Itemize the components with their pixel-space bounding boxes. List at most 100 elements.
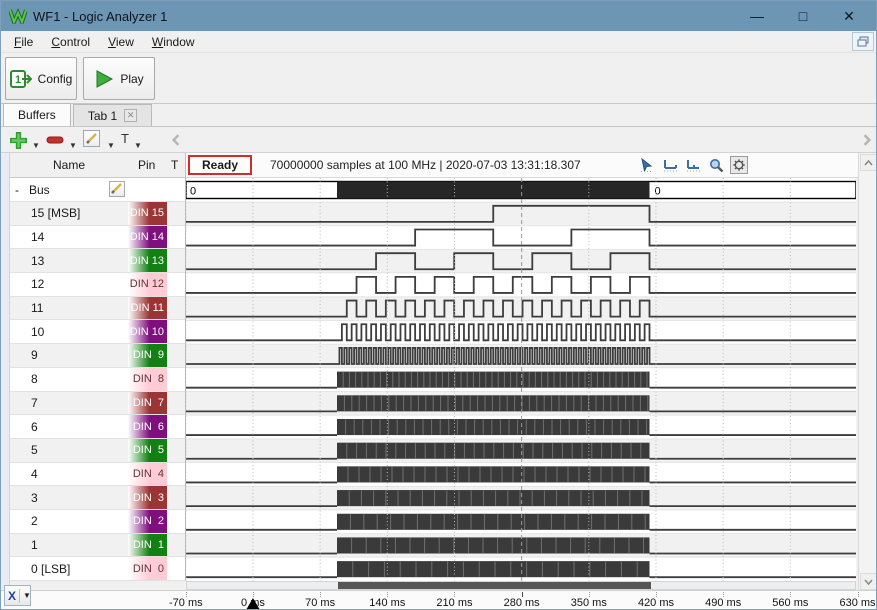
- pin-chip[interactable]: DIN 3: [128, 486, 167, 509]
- pin-chip[interactable]: DIN 15: [128, 202, 167, 225]
- measure-x-button[interactable]: [661, 156, 679, 174]
- channel-row-din2[interactable]: 2 DIN 2: [10, 510, 185, 534]
- menu-window[interactable]: Window: [143, 33, 204, 51]
- plot-options-button[interactable]: [730, 156, 748, 174]
- time-tick-label: 140 ms: [369, 597, 405, 609]
- pin-chip[interactable]: DIN 7: [128, 392, 167, 415]
- channel-row-din1[interactable]: 1DIN 1: [10, 534, 185, 558]
- channel-row-din7[interactable]: 7DIN 7: [10, 392, 185, 416]
- channel-name: 4: [31, 467, 38, 481]
- pin-chip[interactable]: DIN 14: [128, 226, 167, 249]
- channel-row-din3[interactable]: 3DIN 3: [10, 486, 185, 510]
- magnifier-icon: [709, 158, 724, 173]
- time-tick-label: 280 ms: [504, 597, 540, 609]
- x-axis-menu-button[interactable]: X ▼: [4, 585, 31, 606]
- chevron-down-icon[interactable]: ▼: [69, 141, 77, 150]
- pin-chip[interactable]: DIN 13: [128, 249, 167, 272]
- acquisition-status: 70000000 samples at 100 MHz | 2020-07-03…: [270, 158, 581, 172]
- ruler-icon: [663, 158, 678, 172]
- channel-row-din11[interactable]: 11DIN 11: [10, 297, 185, 321]
- channel-row-din13[interactable]: 13DIN 13: [10, 249, 185, 273]
- edit-bus-button[interactable]: [109, 181, 125, 197]
- collapse-indicator[interactable]: -: [15, 183, 19, 197]
- pin-chip[interactable]: DIN 0: [128, 557, 167, 580]
- text-tool-button[interactable]: T: [121, 131, 129, 146]
- add-channel-button[interactable]: [9, 131, 27, 149]
- pin-chip[interactable]: DIN 9: [128, 344, 167, 367]
- t-column-header[interactable]: T: [171, 158, 178, 172]
- chevron-down-icon[interactable]: ▼: [134, 141, 142, 150]
- pin-chip[interactable]: DIN 1: [128, 534, 167, 557]
- time-tick-label: 350 ms: [571, 597, 607, 609]
- config-button[interactable]: 1 Config: [5, 57, 77, 100]
- channel-table-header: Name Pin T: [1, 153, 186, 178]
- channel-name: 8: [31, 372, 38, 386]
- tab-close-icon[interactable]: ✕: [124, 109, 137, 122]
- pointer-icon: [640, 158, 654, 172]
- channel-row-din6[interactable]: 6DIN 6: [10, 415, 185, 439]
- channel-row-din12[interactable]: 12DIN 12: [10, 273, 185, 297]
- mdi-restore-icon[interactable]: [852, 32, 874, 51]
- scroll-up-icon[interactable]: [860, 154, 877, 171]
- channel-toolbar: ▼ ▼ ▼ T ▼: [1, 127, 877, 153]
- channel-row-din15[interactable]: 15 [MSB]DIN 15: [10, 202, 185, 226]
- menu-file[interactable]: File: [5, 33, 42, 51]
- minimize-button[interactable]: —: [734, 1, 780, 31]
- trigger-position-marker[interactable]: [246, 598, 260, 610]
- channel-name: 0 [LSB]: [31, 562, 70, 576]
- channel-list: - Bus 15 [MSB]DIN 1514DIN 1413DIN 1312DI…: [10, 178, 186, 581]
- tab-buffers[interactable]: Buffers: [3, 103, 71, 126]
- channel-row-din4[interactable]: 4 DIN 4: [10, 463, 185, 487]
- waveforms-logo-icon: [9, 8, 27, 24]
- pin-chip[interactable]: DIN 11: [128, 297, 167, 320]
- pin-column-header[interactable]: Pin: [138, 158, 155, 172]
- scroll-right-icon[interactable]: [862, 134, 872, 146]
- scroll-left-icon[interactable]: [171, 134, 181, 146]
- channel-row-din5[interactable]: 5DIN 5: [10, 439, 185, 463]
- remove-channel-button[interactable]: [46, 131, 64, 149]
- restore-button[interactable]: □: [780, 1, 826, 31]
- scrollbar-thumb[interactable]: [338, 582, 651, 589]
- pin-chip[interactable]: DIN 12: [128, 273, 167, 296]
- pin-chip[interactable]: DIN 4: [128, 463, 167, 486]
- toolbar: 1 Config Play Mode: Play ▼ Buffer: 10 ▲▼: [1, 53, 877, 104]
- channel-row-din8[interactable]: 8 DIN 8: [10, 368, 185, 392]
- pin-chip[interactable]: DIN 8: [128, 368, 167, 391]
- svg-text:0: 0: [655, 186, 661, 198]
- channel-name: 10: [31, 325, 44, 339]
- app-window: WF1 - Logic Analyzer 1 — □ ✕ File Contro…: [0, 0, 877, 610]
- menu-control[interactable]: Control: [42, 33, 99, 51]
- tab-bar: Buffers Tab 1 ✕: [1, 104, 877, 127]
- bus-row[interactable]: - Bus: [10, 178, 185, 202]
- title-bar: WF1 - Logic Analyzer 1 — □ ✕: [1, 1, 877, 31]
- horizontal-scrollbar[interactable]: [186, 581, 856, 590]
- ruler-alt-icon: [686, 158, 701, 172]
- vertical-scrollbar[interactable]: [858, 153, 877, 591]
- chevron-down-icon[interactable]: ▼: [107, 141, 115, 150]
- tab-1[interactable]: Tab 1 ✕: [73, 104, 152, 126]
- pin-chip[interactable]: DIN 5: [128, 439, 167, 462]
- menu-view[interactable]: View: [99, 33, 143, 51]
- time-tick-label: 630 ms: [839, 597, 875, 609]
- time-tick-label: 560 ms: [772, 597, 808, 609]
- name-column-header[interactable]: Name: [53, 158, 85, 172]
- menu-bar: File Control View Window: [1, 31, 877, 53]
- chevron-down-icon[interactable]: ▼: [32, 141, 40, 150]
- close-button[interactable]: ✕: [826, 1, 872, 31]
- scroll-down-icon[interactable]: [860, 573, 877, 590]
- channel-row-din0[interactable]: 0 [LSB] DIN 0: [10, 557, 185, 581]
- measure-y-button[interactable]: [684, 156, 702, 174]
- edit-channel-button[interactable]: [83, 130, 100, 147]
- waveform-plot[interactable]: 00: [186, 178, 856, 581]
- zoom-tool-button[interactable]: [707, 156, 725, 174]
- channel-name: 2: [31, 514, 38, 528]
- channel-row-din14[interactable]: 14DIN 14: [10, 226, 185, 250]
- cursor-tool-button[interactable]: [638, 156, 656, 174]
- play-button[interactable]: Play: [83, 57, 155, 100]
- pin-chip[interactable]: DIN 10: [128, 320, 167, 343]
- channel-row-din9[interactable]: 9DIN 9: [10, 344, 185, 368]
- pin-chip[interactable]: DIN 2: [128, 510, 167, 533]
- pencil-icon: [110, 182, 123, 195]
- pin-chip[interactable]: DIN 6: [128, 415, 167, 438]
- channel-row-din10[interactable]: 10 DIN 10: [10, 320, 185, 344]
